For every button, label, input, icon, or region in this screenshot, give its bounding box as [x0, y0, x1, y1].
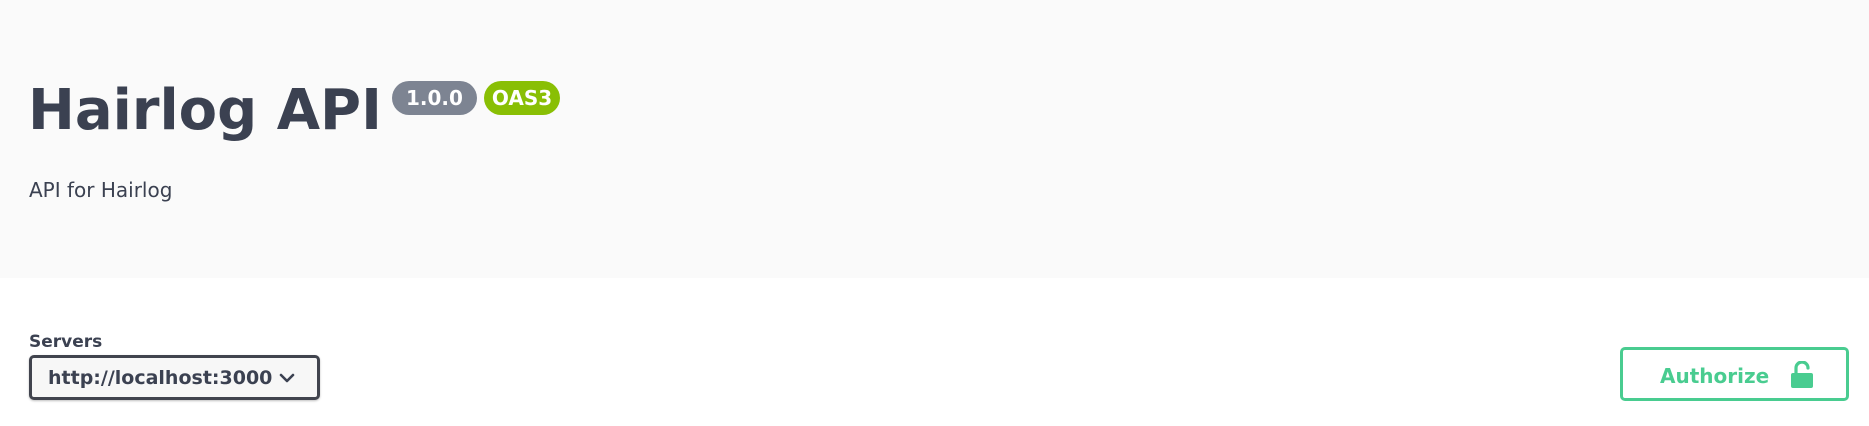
- info-section: Hairlog API 1.0.0 OAS3 API for Hairlog: [0, 0, 1869, 278]
- api-description: API for Hairlog: [29, 178, 173, 202]
- server-select-value: http://localhost:3000: [48, 366, 273, 389]
- version-badge: 1.0.0: [391, 81, 477, 115]
- chevron-down-icon: [279, 371, 295, 389]
- unlocked-icon: [1790, 360, 1814, 394]
- api-title: Hairlog API: [28, 78, 382, 143]
- server-select[interactable]: http://localhost:3000: [29, 355, 320, 400]
- authorize-label: Authorize: [1660, 364, 1770, 388]
- servers-label: Servers: [29, 332, 103, 352]
- title-row: Hairlog API 1.0.0 OAS3: [28, 76, 561, 146]
- oas-badge: OAS3: [483, 81, 561, 115]
- scheme-container: Servers http://localhost:3000 Authorize: [0, 278, 1869, 426]
- authorize-button[interactable]: Authorize: [1620, 347, 1849, 401]
